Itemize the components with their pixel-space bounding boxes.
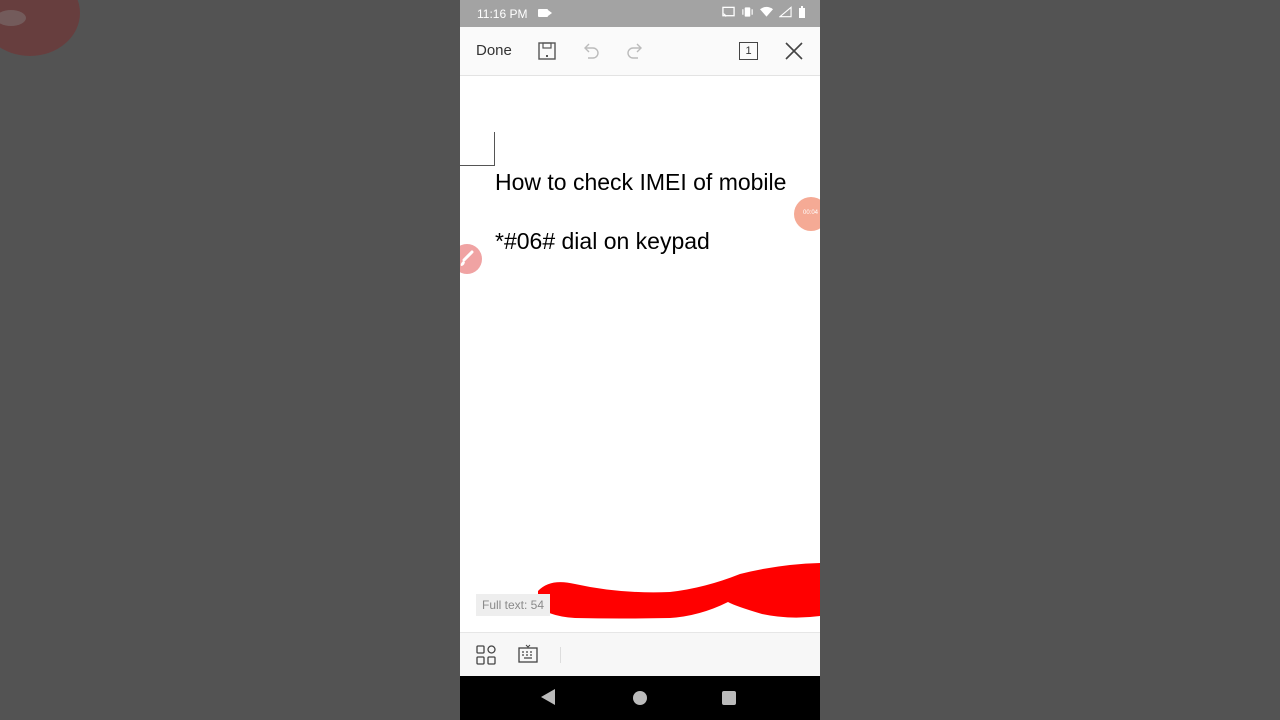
red-highlight-scribble bbox=[538, 563, 820, 619]
save-icon[interactable] bbox=[536, 40, 558, 62]
video-camera-icon bbox=[538, 9, 552, 17]
page-count-icon[interactable]: 1 bbox=[739, 42, 758, 60]
cast-icon bbox=[722, 6, 735, 17]
brush-tool-bubble[interactable] bbox=[460, 244, 482, 274]
page-corner-mark bbox=[460, 132, 495, 166]
recents-icon[interactable] bbox=[722, 691, 736, 705]
phone-screen: 11:16 PM Done 1 How to check IMEI of mob… bbox=[460, 0, 820, 720]
close-icon[interactable] bbox=[783, 40, 805, 62]
bottom-toolbar bbox=[460, 632, 820, 677]
redo-icon[interactable] bbox=[624, 40, 646, 62]
toolbar-divider bbox=[560, 647, 561, 663]
back-icon[interactable] bbox=[541, 689, 555, 705]
home-icon[interactable] bbox=[633, 691, 647, 705]
editor-toolbar: Done 1 bbox=[460, 27, 820, 76]
wifi-icon bbox=[760, 6, 773, 17]
document-canvas[interactable]: How to check IMEI of mobile *#06# dial o… bbox=[460, 76, 820, 632]
battery-icon bbox=[799, 6, 805, 18]
status-icons bbox=[722, 6, 806, 18]
document-line-1[interactable]: How to check IMEI of mobile bbox=[495, 169, 786, 196]
vibrate-icon bbox=[742, 7, 753, 17]
done-button[interactable]: Done bbox=[476, 42, 512, 59]
status-bar: 11:16 PM bbox=[460, 0, 820, 27]
signal-icon bbox=[779, 6, 792, 18]
undo-icon[interactable] bbox=[580, 40, 602, 62]
brush-icon bbox=[460, 250, 474, 266]
status-time: 11:16 PM bbox=[477, 7, 528, 21]
android-nav-bar bbox=[460, 676, 820, 720]
recording-timer-bubble[interactable]: 00:04 bbox=[794, 197, 820, 231]
recording-timer-text: 00:04 bbox=[803, 210, 819, 216]
grid-icon[interactable] bbox=[475, 644, 497, 666]
keyboard-icon[interactable] bbox=[517, 644, 539, 666]
document-line-2[interactable]: *#06# dial on keypad bbox=[495, 228, 710, 255]
background-blob bbox=[0, 0, 80, 56]
full-text-count: Full text: 54 bbox=[476, 594, 551, 616]
